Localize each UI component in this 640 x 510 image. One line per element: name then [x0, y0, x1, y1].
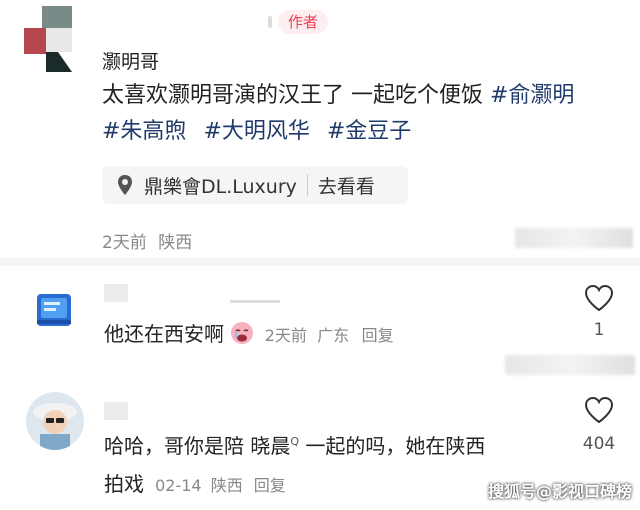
divider-dot	[268, 16, 272, 28]
like-count: 1	[593, 320, 605, 340]
post-author-name[interactable]: 灏明哥	[102, 47, 159, 74]
commenter-avatar[interactable]	[26, 392, 84, 450]
comment-text: 他还在西安啊 2天前 广东 回复	[104, 318, 394, 347]
comment-time: 2天前	[264, 326, 307, 345]
post-time: 2天前	[102, 233, 147, 253]
comment-text: 哈哈，哥你是陪 晓晨Q 一起的吗，她在陕西	[104, 430, 485, 459]
hashtag-link[interactable]: #朱高煦	[102, 119, 186, 144]
reply-button[interactable]: 回复	[254, 476, 286, 495]
search-icon: Q	[290, 435, 300, 448]
comment-body: 哈哈，哥你是陪	[104, 434, 251, 458]
comment-line-2: 拍戏 02-14 陕西 回复	[104, 468, 286, 497]
location-name: 鼎樂會DL.Luxury	[144, 175, 297, 198]
hashtag-link[interactable]: #金豆子	[327, 119, 411, 144]
location-chip[interactable]: 鼎樂會DL.Luxury 去看看	[102, 166, 408, 204]
comment-body-end: 拍戏	[104, 472, 144, 496]
chip-separator	[306, 174, 308, 196]
post-text-line-2: #朱高煦 #大明风华 #金豆子	[102, 116, 411, 148]
commenter-name-blurred	[104, 284, 128, 302]
post-text-line-1: 太喜欢灏明哥演的汉王了 一起吃个便饭 #俞灏明	[102, 80, 574, 112]
post-region: 陕西	[158, 233, 193, 253]
hashtag-link[interactable]: #俞灏明	[490, 83, 574, 108]
like-heart-icon[interactable]	[584, 396, 614, 424]
section-divider	[0, 258, 640, 266]
post-meta: 2天前 陕西	[102, 228, 192, 253]
commenter-avatar[interactable]	[36, 293, 72, 327]
like-heart-icon[interactable]	[584, 284, 614, 312]
author-badge: 作者	[278, 10, 329, 34]
hashtag-link[interactable]: #大明风华	[203, 119, 309, 144]
blurred-overlay	[505, 355, 635, 375]
comment-region: 陕西	[210, 476, 243, 495]
post-text: 太喜欢灏明哥演的汉王了 一起吃个便饭	[102, 83, 490, 108]
blurred-overlay	[515, 228, 633, 248]
comment-region: 广东	[317, 326, 350, 345]
comment-body-cont: 一起的吗，她在陕西	[299, 434, 486, 458]
watermark: 搜狐号@影视口碑榜	[487, 482, 632, 501]
blurred-overlay	[230, 300, 280, 303]
view-location-button[interactable]: 去看看	[318, 172, 375, 199]
mention-link[interactable]: 晓晨	[250, 434, 290, 458]
comment-body: 他还在西安啊	[104, 322, 224, 346]
location-pin-icon	[112, 174, 138, 196]
reply-button[interactable]: 回复	[362, 326, 394, 345]
crying-face-emoji	[230, 321, 254, 345]
comment-time: 02-14	[155, 476, 202, 495]
like-count: 404	[582, 434, 616, 454]
author-avatar[interactable]	[22, 6, 74, 72]
commenter-name-blurred	[104, 402, 128, 420]
